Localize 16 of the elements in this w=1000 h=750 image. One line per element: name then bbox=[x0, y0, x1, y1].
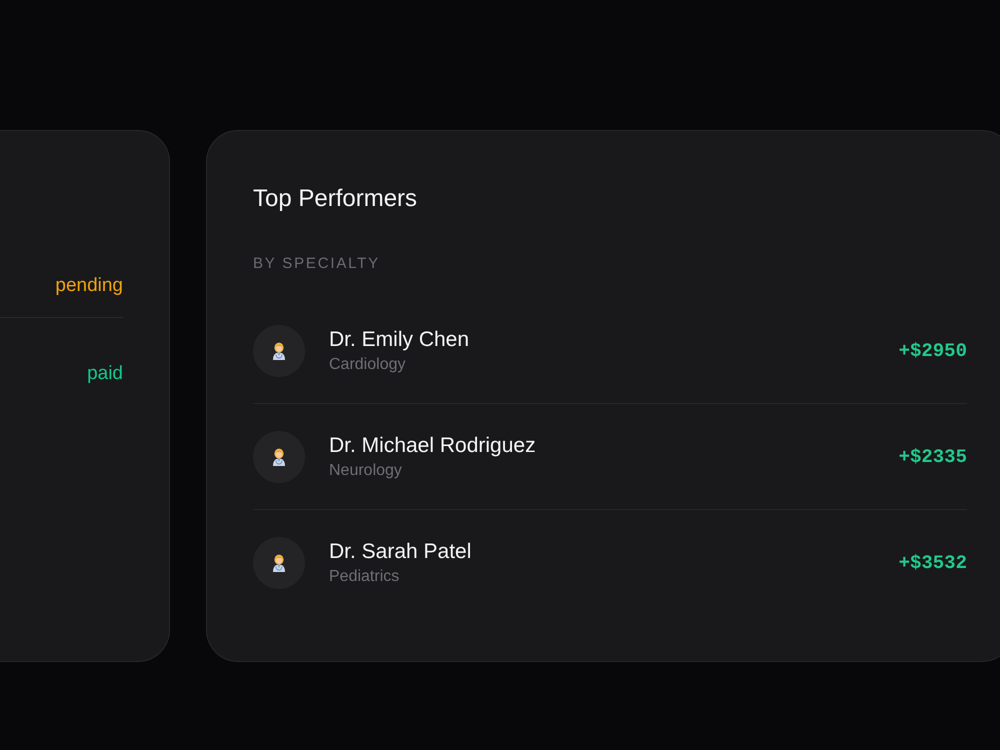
status-text: paid bbox=[87, 362, 123, 386]
specialty-text: Neurology bbox=[329, 460, 402, 480]
specialty-text: Pediatrics bbox=[329, 567, 400, 587]
health-worker-icon bbox=[271, 342, 287, 360]
doctor-name: Dr. Emily Chen bbox=[329, 326, 470, 352]
card-title: Top Performers bbox=[253, 184, 418, 214]
doctor-name: Dr. Michael Rodriguez bbox=[329, 432, 536, 458]
health-worker-icon bbox=[271, 448, 287, 466]
section-label: BY SPECIALTY bbox=[253, 254, 380, 274]
doctor-name: Dr. Sarah Patel bbox=[329, 539, 472, 565]
health-worker-icon bbox=[271, 554, 287, 572]
status-text: pending bbox=[55, 274, 123, 298]
amount-text: +$2950 bbox=[898, 338, 967, 362]
amount-text: +$2335 bbox=[898, 444, 967, 468]
amount-text: +$3532 bbox=[898, 551, 967, 575]
specialty-text: Cardiology bbox=[329, 354, 406, 374]
